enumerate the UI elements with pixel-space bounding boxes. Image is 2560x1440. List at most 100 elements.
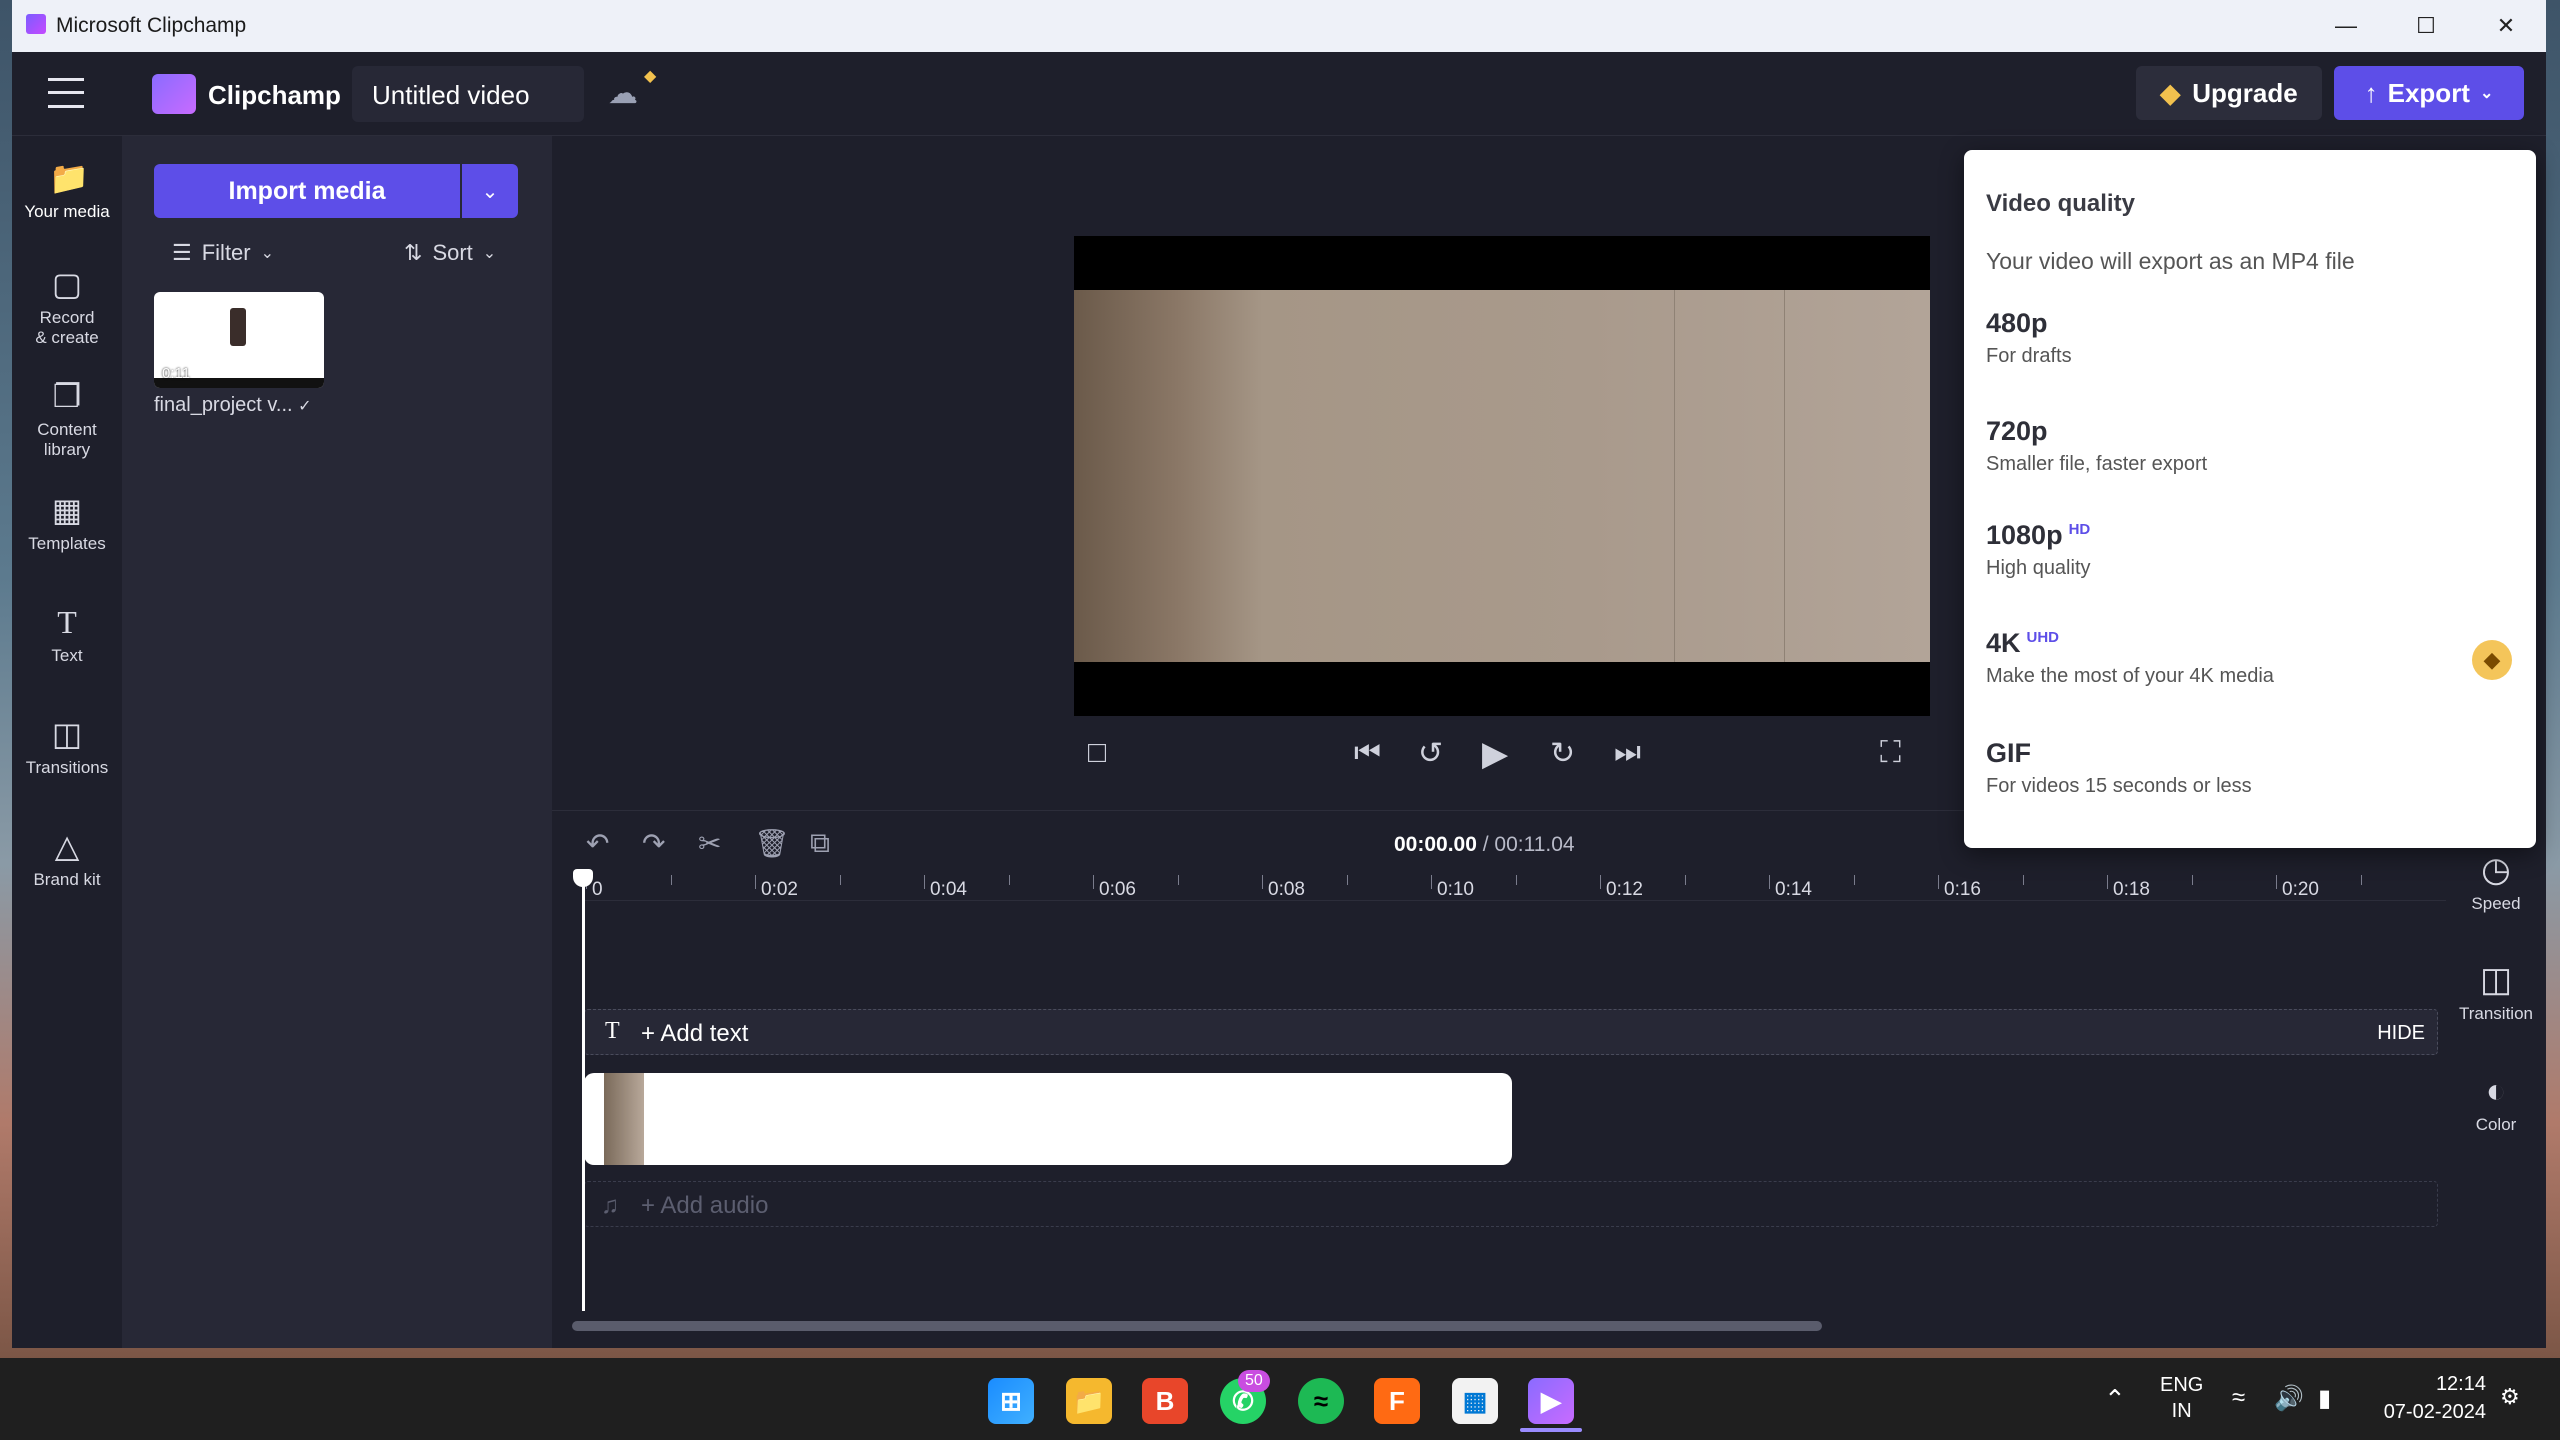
date: 07-02-2024 <box>2383 1401 2486 1423</box>
hd-badge: HD <box>2068 521 2091 538</box>
project-name-field[interactable]: Untitled video <box>352 66 584 122</box>
nav-transitions[interactable]: ◫ Transitions <box>12 716 122 778</box>
ruler-label: 0:06 <box>1099 879 1136 900</box>
menu-subtitle: Your video will export as an MP4 file <box>1986 248 2355 274</box>
video-clip[interactable] <box>584 1073 1512 1165</box>
media-item-name[interactable]: final_project v... ✓ <box>154 394 312 417</box>
captions-off-icon[interactable]: □ <box>1088 736 1106 770</box>
delete-icon[interactable]: 🗑 <box>754 827 790 860</box>
undo-icon[interactable]: ↶ <box>586 827 609 860</box>
option-desc: High quality <box>1986 557 2091 579</box>
clipchamp-taskbar-icon[interactable]: ▶ <box>1528 1378 1574 1424</box>
total-time: / 00:11.04 <box>1482 833 1575 856</box>
brave-browser-icon[interactable]: B <box>1142 1378 1188 1424</box>
rewind-5-icon[interactable]: ↺ <box>1418 736 1443 771</box>
file-explorer-icon[interactable]: 📁 <box>1066 1378 1112 1424</box>
hamburger-menu-icon[interactable] <box>48 78 84 108</box>
redo-icon[interactable]: ↷ <box>642 827 665 860</box>
library-icon: ❐ <box>52 378 82 414</box>
media-thumbnail[interactable]: 0:11 <box>154 292 324 388</box>
fullscreen-icon[interactable]: ⛶ <box>1880 736 1901 770</box>
clipchamp-logo <box>152 74 196 114</box>
gem-icon: ◆ <box>2160 77 2181 108</box>
time: 12:14 <box>2435 1373 2486 1395</box>
hide-button[interactable]: HIDE <box>2377 1022 2425 1045</box>
option-name: 480p <box>1986 308 2048 338</box>
filter-button[interactable]: ☰ Filter ⌄ <box>172 240 274 266</box>
timeline-scrollbar[interactable] <box>572 1321 1822 1331</box>
color-button[interactable]: ◐ Color <box>2446 1072 2546 1135</box>
split-icon[interactable]: ✂ <box>698 827 721 860</box>
clipchamp-window: Microsoft Clipchamp — ☐ ✕ Clipchamp Unti… <box>12 0 2546 1348</box>
option-name: 720p <box>1986 416 2048 446</box>
clock[interactable]: 12:14 07-02-2024 <box>2372 1370 2486 1426</box>
ruler-minor-tick <box>1008 875 1010 885</box>
rail-label: Transition <box>2458 1004 2533 1023</box>
add-audio-label[interactable]: + Add audio <box>641 1192 768 1220</box>
option-gif[interactable]: GIF For videos 15 seconds or less <box>1986 738 2516 798</box>
fl-studio-icon[interactable]: F <box>1374 1378 1420 1424</box>
nav-templates[interactable]: ▦ Templates <box>12 492 122 554</box>
sort-button[interactable]: ⇅ Sort ⌄ <box>404 240 496 266</box>
option-4k[interactable]: 4K UHD Make the most of your 4K media <box>1986 628 2516 688</box>
app-header: Clipchamp Untitled video ☁ ◆ ◆ Upgrade ↑… <box>12 52 2546 136</box>
nav-content-library[interactable]: ❐ Content library <box>12 378 122 460</box>
video-preview <box>1074 236 1930 716</box>
nav-label: Transitions <box>25 758 109 777</box>
maximize-button[interactable]: ☐ <box>2386 0 2466 52</box>
ruler-label: 0:14 <box>1775 879 1812 900</box>
spotify-icon[interactable]: ≈ <box>1298 1378 1344 1424</box>
duplicate-icon[interactable]: ⧉ <box>810 827 830 860</box>
ruler-tick <box>1769 875 1770 889</box>
microsoft-store-icon[interactable]: ▦ <box>1452 1378 1498 1424</box>
import-media-button[interactable]: Import media <box>154 164 460 218</box>
clip-frame <box>604 1073 644 1165</box>
minimize-button[interactable]: — <box>2306 0 2386 52</box>
templates-icon: ▦ <box>51 492 83 528</box>
windows-start-icon[interactable]: ⊞ <box>988 1378 1034 1424</box>
premium-gem-icon: ◆ <box>2472 640 2512 680</box>
language-indicator[interactable]: ENG IN <box>2160 1372 2203 1424</box>
premium-gem-icon: ◆ <box>644 68 657 85</box>
option-480p[interactable]: 480p For drafts <box>1986 308 2516 368</box>
nav-your-media[interactable]: 📁 Your media <box>12 160 122 222</box>
import-dropdown-button[interactable]: ⌄ <box>462 164 518 218</box>
ruler-minor-tick <box>1853 875 1855 885</box>
ruler-label: 0:20 <box>2282 879 2319 900</box>
playhead[interactable] <box>573 869 593 1311</box>
chevron-down-icon: ⌄ <box>260 245 275 262</box>
upgrade-button[interactable]: ◆ Upgrade <box>2136 66 2322 120</box>
chevron-up-icon[interactable]: ⌃ <box>2104 1384 2126 1415</box>
text-track[interactable]: T + Add text HIDE <box>584 1009 2438 1055</box>
sort-icon: ⇅ <box>404 240 423 265</box>
ruler-minor-tick <box>1346 875 1348 885</box>
play-button[interactable]: ▶ <box>1482 734 1508 774</box>
language-code: ENG <box>2160 1374 2204 1396</box>
nav-brand-kit[interactable]: △ Brand kit <box>12 828 122 890</box>
cloud-off-icon[interactable]: ☁ <box>608 76 638 111</box>
add-text-label[interactable]: + Add text <box>641 1020 748 1048</box>
battery-icon[interactable]: ▮ <box>2318 1384 2331 1413</box>
skip-back-icon[interactable]: ⏮ <box>1354 736 1381 770</box>
ruler-tick <box>755 875 756 889</box>
option-name: 4K <box>1986 628 2021 658</box>
media-duration: 0:11 <box>162 365 191 382</box>
speed-button[interactable]: ◷ Speed <box>2446 850 2546 914</box>
transition-button[interactable]: ◫ Transition <box>2446 960 2546 1024</box>
export-button[interactable]: ↑ Export ⌄ <box>2334 66 2524 120</box>
transitions-icon: ◫ <box>51 716 83 752</box>
close-button[interactable]: ✕ <box>2466 0 2546 52</box>
volume-icon[interactable]: 🔊 <box>2274 1384 2304 1413</box>
option-1080p[interactable]: 1080p HD High quality <box>1986 520 2516 580</box>
forward-5-icon[interactable]: ↻ <box>1550 736 1575 771</box>
right-property-rail: ◷ Speed ◫ Transition ◐ Color <box>2446 810 2546 1348</box>
skip-forward-icon[interactable]: ⏭ <box>1614 736 1641 770</box>
audio-track[interactable]: ♫ + Add audio <box>584 1181 2438 1227</box>
notification-icon[interactable]: ⚙ <box>2500 1384 2520 1410</box>
nav-record-create[interactable]: ▢ Record & create <box>12 266 122 348</box>
text-track-icon: T <box>605 1018 620 1044</box>
wifi-icon[interactable]: ≈ <box>2232 1384 2245 1412</box>
time-ruler[interactable]: 0 0:02 0:04 0:06 0:08 0:10 0:12 0:14 0:16 0:18 0:2… <box>582 875 2482 901</box>
option-720p[interactable]: 720p Smaller file, faster export <box>1986 416 2516 476</box>
nav-text[interactable]: T Text <box>12 604 122 666</box>
